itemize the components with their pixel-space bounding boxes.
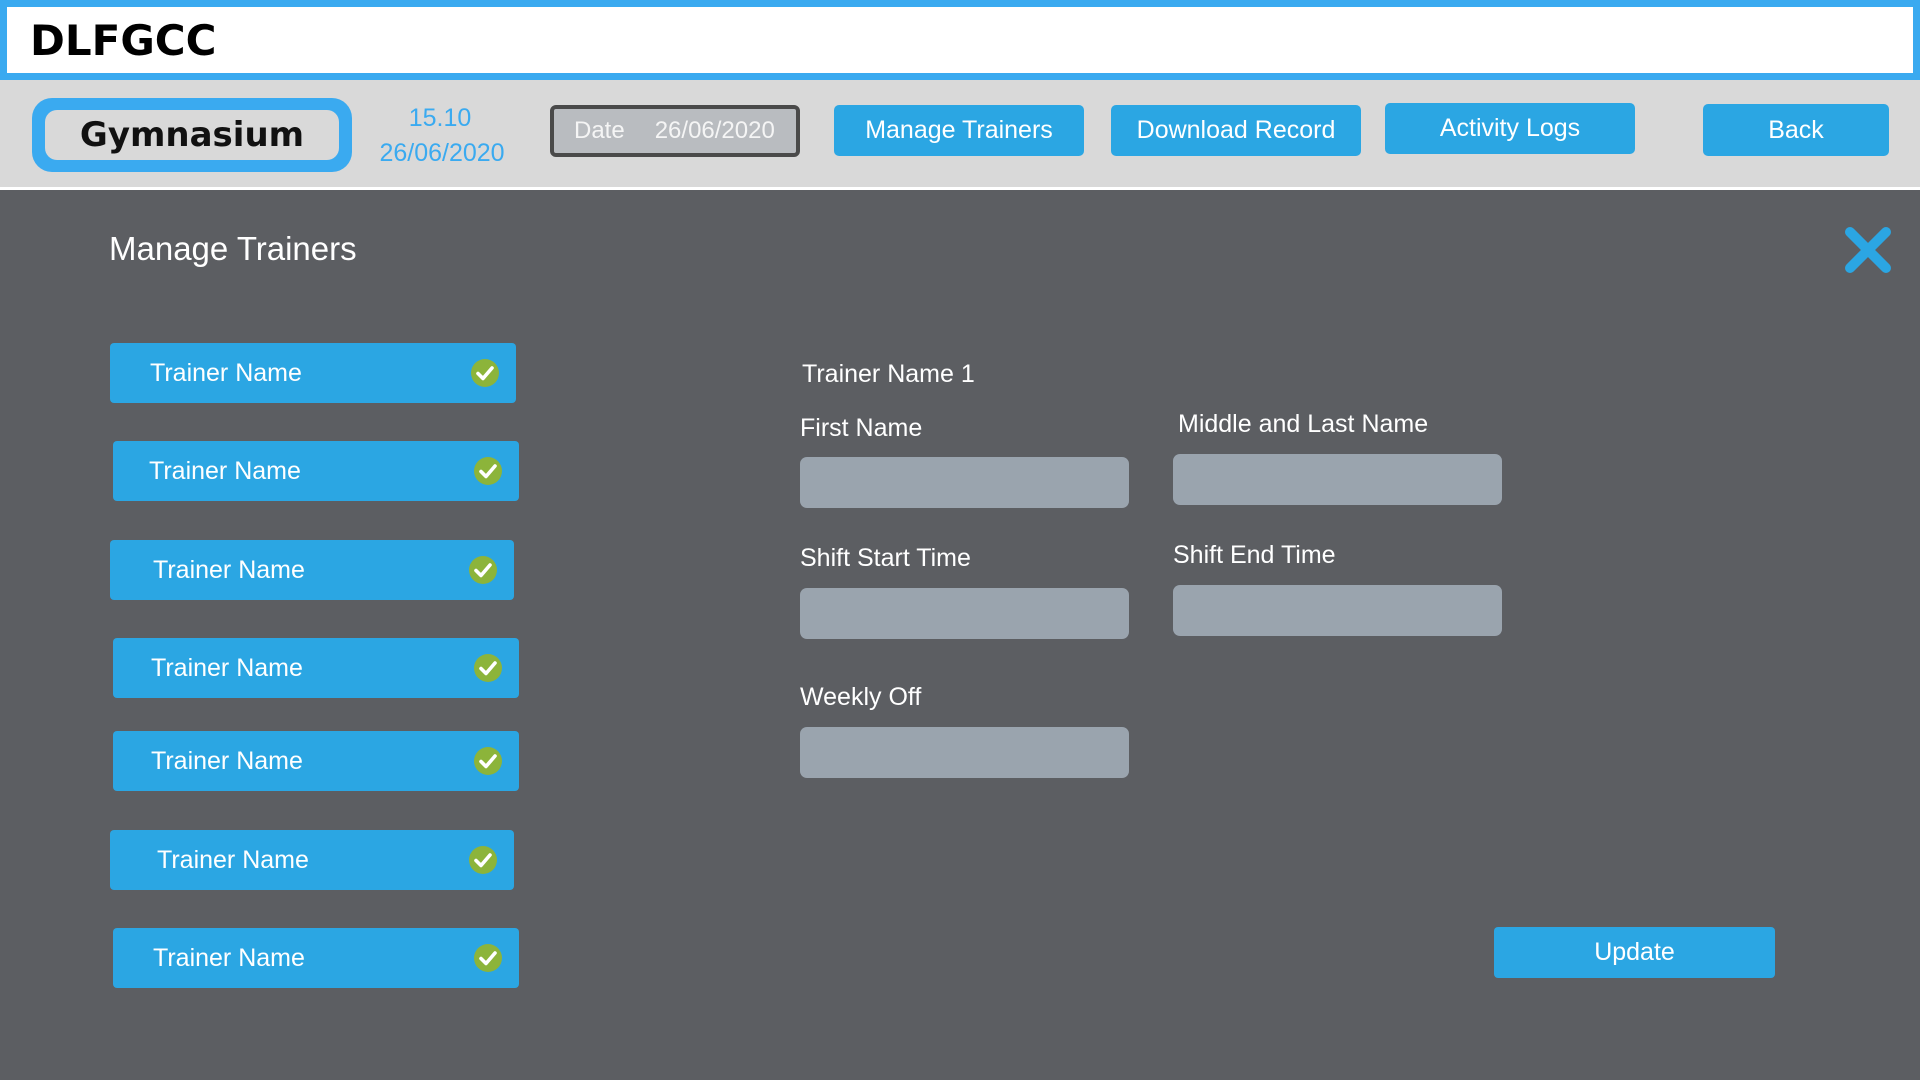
check-icon bbox=[473, 943, 503, 973]
download-record-button[interactable]: Download Record bbox=[1111, 105, 1361, 156]
app-title: DLFGCC bbox=[30, 16, 217, 65]
date-field-label: Date bbox=[574, 117, 625, 144]
trainer-name-label: Trainer Name bbox=[151, 653, 303, 682]
title-bar bbox=[0, 0, 1920, 80]
middle-last-name-field[interactable] bbox=[1173, 454, 1502, 505]
first-name-label: First Name bbox=[800, 414, 923, 442]
check-icon bbox=[470, 358, 500, 388]
panel-title: Manage Trainers bbox=[109, 230, 357, 267]
close-icon[interactable] bbox=[1842, 224, 1894, 276]
first-name-field[interactable] bbox=[800, 457, 1129, 508]
trainer-list-item[interactable]: Trainer Name bbox=[113, 731, 519, 791]
weekly-off-field[interactable] bbox=[800, 727, 1129, 778]
date-field-value: 26/06/2020 bbox=[654, 117, 775, 144]
check-icon bbox=[468, 555, 498, 585]
shift-end-time-field[interactable] bbox=[1173, 585, 1502, 636]
check-icon bbox=[473, 456, 503, 486]
update-button[interactable]: Update bbox=[1494, 927, 1775, 978]
shift-start-time-field[interactable] bbox=[800, 588, 1129, 639]
trainer-name-label: Trainer Name bbox=[153, 943, 305, 972]
shift-start-time-label: Shift Start Time bbox=[800, 544, 971, 572]
trainer-name-label: Trainer Name bbox=[150, 358, 302, 387]
trainer-list-item[interactable]: Trainer Name bbox=[113, 441, 519, 501]
manage-trainers-button[interactable]: Manage Trainers bbox=[834, 105, 1084, 156]
activity-logs-button[interactable]: Activity Logs bbox=[1385, 103, 1635, 154]
trainer-detail-heading: Trainer Name 1 bbox=[802, 360, 975, 388]
shift-end-time-label: Shift End Time bbox=[1173, 541, 1336, 569]
date-field[interactable]: Date 26/06/2020 bbox=[550, 105, 800, 157]
trainer-name-label: Trainer Name bbox=[151, 746, 303, 775]
trainer-name-label: Trainer Name bbox=[149, 456, 301, 485]
middle-last-name-label: Middle and Last Name bbox=[1178, 410, 1429, 438]
trainer-list-item[interactable]: Trainer Name bbox=[110, 830, 514, 890]
facility-name: Gymnasium bbox=[45, 110, 339, 160]
trainer-list-item[interactable]: Trainer Name bbox=[113, 638, 519, 698]
weekly-off-label: Weekly Off bbox=[800, 683, 922, 711]
trainer-list-item[interactable]: Trainer Name bbox=[110, 343, 516, 403]
check-icon bbox=[473, 653, 503, 683]
trainer-list-item[interactable]: Trainer Name bbox=[110, 540, 514, 600]
trainer-list-item[interactable]: Trainer Name bbox=[113, 928, 519, 988]
back-button[interactable]: Back bbox=[1703, 104, 1889, 156]
trainer-name-label: Trainer Name bbox=[157, 845, 309, 874]
check-icon bbox=[473, 746, 503, 776]
check-icon bbox=[468, 845, 498, 875]
header-date: 26/06/2020 bbox=[379, 139, 505, 167]
trainer-name-label: Trainer Name bbox=[153, 555, 305, 584]
header-time: 15.10 bbox=[408, 104, 472, 132]
